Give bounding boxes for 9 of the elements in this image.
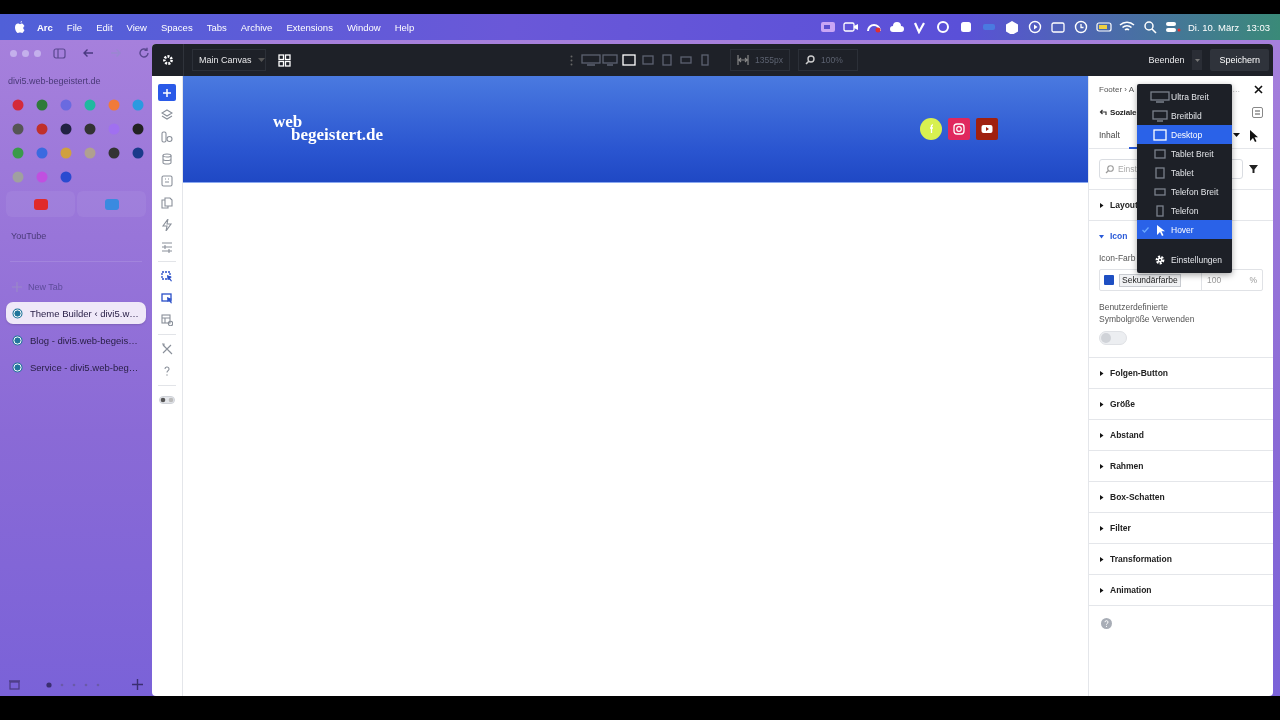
pinned-label: YouTube [10, 231, 47, 243]
tab-title: Theme Builder ‹ divi5.w… [30, 307, 139, 319]
field-label: Benutzerdefinierte Symbolgröße Verwenden [1099, 301, 1196, 325]
more-text: … [1232, 84, 1241, 94]
logo-text: web [273, 115, 303, 128]
tab-title: Blog - divi5.web-begeis… [30, 334, 138, 346]
field-label: Icon-Farb [1099, 253, 1136, 263]
tab-title: Service - divi5.web-beg… [30, 361, 139, 373]
module-title: Soziale [1110, 107, 1137, 117]
